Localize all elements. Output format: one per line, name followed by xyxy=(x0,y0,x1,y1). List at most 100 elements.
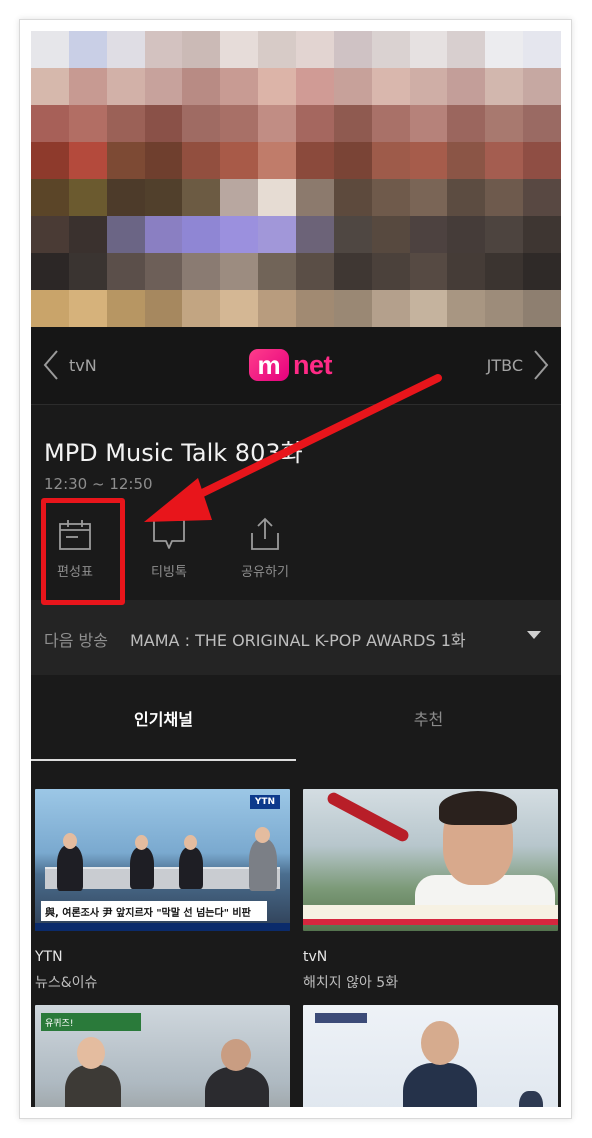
tab-popular-channels[interactable]: 인기채널 xyxy=(31,675,296,761)
anchor-head xyxy=(63,833,77,849)
mosaic-tile xyxy=(106,216,145,253)
mosaic-tile xyxy=(31,253,69,290)
show-logo-tag: 유퀴즈! xyxy=(41,1013,141,1031)
mosaic-tile xyxy=(106,253,145,290)
anchor-figure xyxy=(130,847,154,889)
mosaic-tile xyxy=(31,179,69,216)
mosaic-tile xyxy=(371,253,410,290)
channel-thumbnail xyxy=(303,1005,558,1107)
mosaic-tile xyxy=(485,31,524,68)
mosaic-tile xyxy=(31,142,69,179)
mosaic-tile xyxy=(371,31,410,68)
mosaic-tile xyxy=(409,290,448,327)
chat-icon xyxy=(134,513,204,551)
mosaic-tile xyxy=(68,290,107,327)
channel-bar: tvN m net JTBC xyxy=(31,327,561,405)
mosaic-tile xyxy=(106,142,145,179)
mosaic-tile xyxy=(485,179,524,216)
next-broadcast-title: MAMA : THE ORIGINAL K-POP AWARDS 1화 xyxy=(130,631,466,650)
mosaic-tile xyxy=(182,105,221,142)
mosaic-tile xyxy=(144,216,183,253)
anchor-figure xyxy=(179,847,203,889)
anchor-head xyxy=(184,835,197,850)
mosaic-tile xyxy=(296,216,334,253)
next-broadcast-label: 다음 방송 xyxy=(44,631,108,650)
mosaic-tile xyxy=(409,142,448,179)
mosaic-tile xyxy=(296,179,334,216)
mosaic-tile xyxy=(409,105,448,142)
cast-name-strip-accent xyxy=(303,919,558,925)
mosaic-tile xyxy=(258,216,296,253)
mosaic-tile xyxy=(296,105,334,142)
mosaic-tile xyxy=(447,142,486,179)
card-program-name: 뉴스&이슈 xyxy=(35,975,98,991)
mosaic-tile xyxy=(333,253,372,290)
next-channel-button[interactable]: JTBC xyxy=(487,347,549,383)
mosaic-tile xyxy=(258,142,296,179)
mosaic-tile xyxy=(258,253,296,290)
mosaic-tile xyxy=(296,290,334,327)
mosaic-tile xyxy=(258,179,296,216)
anchor-head xyxy=(135,835,148,850)
video-player[interactable] xyxy=(31,31,561,327)
channel-thumbnail xyxy=(303,789,558,931)
channel-thumbnail: 유퀴즈! xyxy=(35,1005,290,1107)
news-caption: 與, 여론조사 尹 앞지르자 "막말 선 넘는다" 비판 xyxy=(41,901,267,921)
program-time: 12:30 ~ 12:50 xyxy=(44,475,153,493)
mosaic-tile xyxy=(371,68,410,105)
mosaic-tile xyxy=(447,179,486,216)
mosaic-tile xyxy=(371,290,410,327)
mosaic-tile xyxy=(144,253,183,290)
mosaic-tile xyxy=(485,253,524,290)
anchor-figure xyxy=(57,845,83,891)
mosaic-tile xyxy=(485,290,524,327)
mosaic-tile xyxy=(220,68,259,105)
chevron-left-icon xyxy=(43,349,59,381)
mosaic-tile xyxy=(144,105,183,142)
mosaic-tile xyxy=(333,142,372,179)
mosaic-tile xyxy=(447,68,486,105)
mosaic-tile xyxy=(523,179,561,216)
mosaic-tile xyxy=(182,253,221,290)
mosaic-tile xyxy=(447,290,486,327)
share-button[interactable]: 공유하기 xyxy=(230,513,300,580)
tving-talk-button[interactable]: 티빙톡 xyxy=(134,513,204,580)
actor-hair xyxy=(439,791,517,825)
mosaic-tile xyxy=(106,31,145,68)
channel-thumbnail: YTN 與, 여론조사 尹 앞지르자 "막말 선 넘는다" 비판 xyxy=(35,789,290,931)
mosaic-tile xyxy=(258,105,296,142)
channel-logo: m net xyxy=(249,347,345,383)
mosaic-tile xyxy=(523,253,561,290)
mosaic-tile xyxy=(68,105,107,142)
mosaic-tile xyxy=(106,68,145,105)
mosaic-tile xyxy=(333,68,372,105)
mnet-logo-text: net xyxy=(293,349,333,380)
card-program-name: 해치지 않아 5화 xyxy=(303,975,399,991)
pruning-shears xyxy=(325,790,411,844)
caret-down-icon[interactable] xyxy=(527,631,541,639)
tab-recommended[interactable]: 추천 xyxy=(296,675,561,761)
guest-figure xyxy=(65,1065,121,1107)
presenter-figure xyxy=(403,1063,477,1107)
program-tag xyxy=(315,1013,367,1023)
mosaic-tile xyxy=(31,68,69,105)
mosaic-tile xyxy=(182,290,221,327)
mosaic-tile xyxy=(523,68,561,105)
news-ticker xyxy=(35,923,290,931)
mosaic-tile xyxy=(485,105,524,142)
next-channel-label: JTBC xyxy=(486,355,523,375)
mosaic-tile xyxy=(258,31,296,68)
prev-channel-button[interactable]: tvN xyxy=(43,347,97,383)
mosaic-tile xyxy=(523,290,561,327)
mosaic-tile xyxy=(68,216,107,253)
next-broadcast-row[interactable]: 다음 방송 MAMA : THE ORIGINAL K-POP AWARDS 1… xyxy=(31,600,561,675)
mosaic-tile xyxy=(409,179,448,216)
mosaic-tile xyxy=(68,253,107,290)
mosaic-tile xyxy=(144,31,183,68)
highlight-box xyxy=(41,498,125,605)
mosaic-tile xyxy=(447,105,486,142)
mosaic-tile xyxy=(144,68,183,105)
mosaic-tile xyxy=(106,290,145,327)
mosaic-tile xyxy=(182,216,221,253)
mosaic-tile xyxy=(523,31,561,68)
